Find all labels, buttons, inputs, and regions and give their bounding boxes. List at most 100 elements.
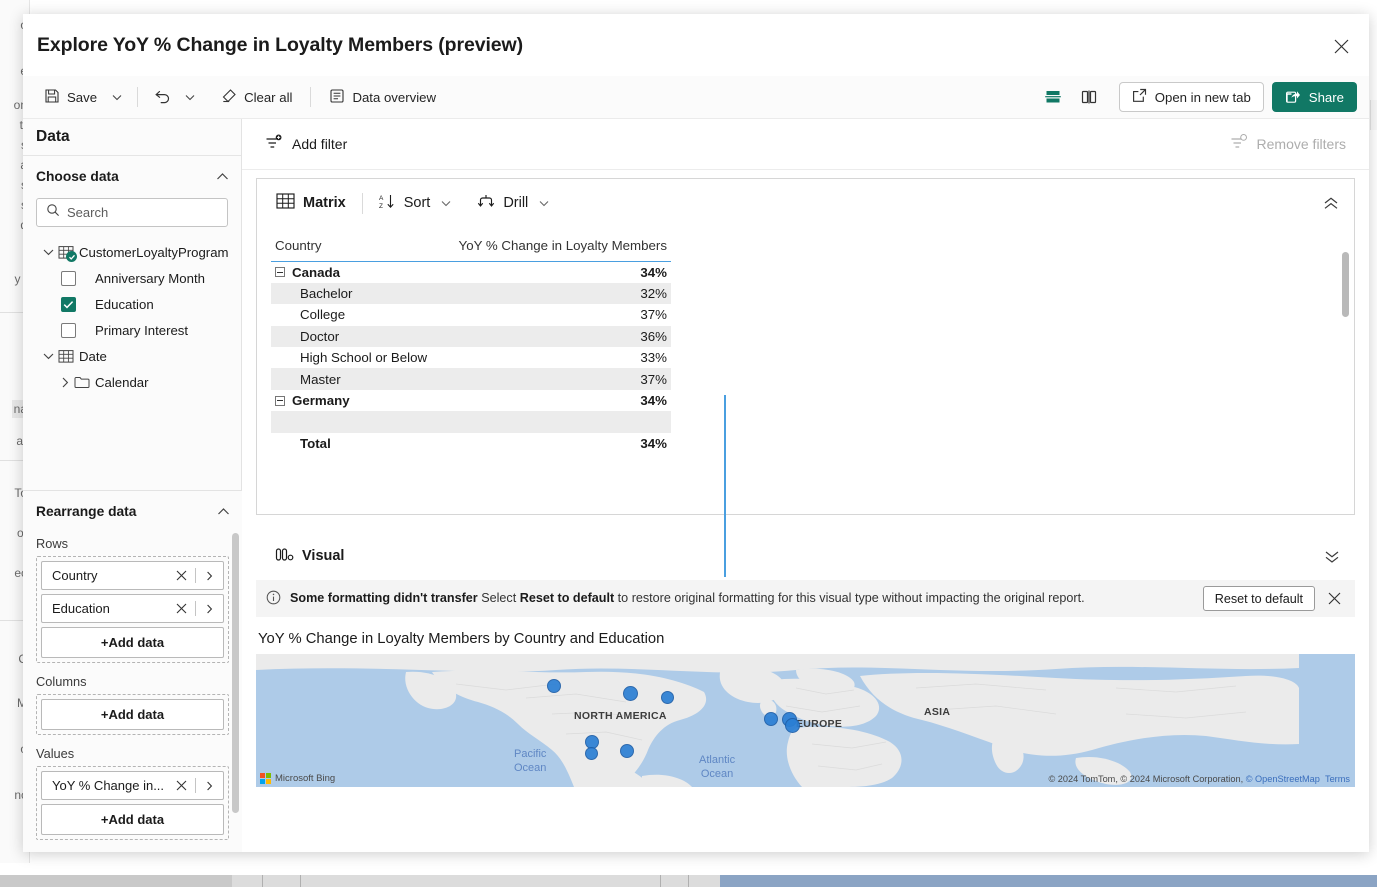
add-data-button-columns[interactable]: +Add data: [41, 699, 224, 730]
chevron-right-icon[interactable]: [201, 781, 217, 791]
chevron-right-icon[interactable]: [56, 377, 73, 388]
checkbox-unchecked-icon[interactable]: [61, 270, 76, 286]
table-row[interactable]: Doctor 36%: [271, 325, 671, 348]
chevron-down-icon[interactable]: [40, 248, 57, 256]
dismiss-warning-icon[interactable]: [1321, 586, 1347, 612]
tree-table-date[interactable]: Date: [23, 343, 241, 369]
layout-stacked-icon[interactable]: [1037, 82, 1069, 112]
matrix-header-divider: [361, 192, 363, 214]
bucket-columns[interactable]: +Add data: [36, 694, 229, 735]
checkbox-unchecked-icon[interactable]: [61, 322, 76, 338]
remove-field-icon[interactable]: [172, 603, 190, 614]
map-bubble[interactable]: [764, 712, 778, 726]
column-header-country[interactable]: Country: [271, 235, 447, 262]
column-header-value[interactable]: YoY % Change in Loyalty Members: [446, 235, 671, 262]
formatting-warning-banner: Some formatting didn't transfer Select R…: [256, 580, 1355, 617]
open-in-new-tab-button[interactable]: Open in new tab: [1118, 82, 1264, 112]
field-chip-yoy-change[interactable]: YoY % Change in...: [41, 771, 224, 800]
choose-data-section-header[interactable]: Choose data: [23, 156, 241, 196]
table-row[interactable]: Master 37%: [271, 368, 671, 390]
sidebar-scrollbar[interactable]: [232, 533, 239, 813]
background-right-sliver: [1370, 100, 1377, 130]
tree-folder-calendar[interactable]: Calendar: [23, 369, 241, 395]
warning-mid-1: Select: [477, 590, 520, 605]
matrix-table: Country YoY % Change in Loyalty Members …: [271, 235, 671, 454]
undo-icon: [154, 88, 172, 107]
search-input[interactable]: [67, 205, 218, 220]
svg-text:A: A: [379, 195, 384, 202]
share-button[interactable]: Share: [1271, 82, 1357, 112]
tree-field-anniversary-month[interactable]: Anniversary Month: [23, 265, 241, 291]
table-row[interactable]: High School or Below 33%: [271, 347, 671, 368]
map-bubble[interactable]: [620, 744, 634, 758]
clear-all-button[interactable]: Clear all: [211, 82, 301, 112]
checkbox-checked-icon[interactable]: [61, 296, 76, 312]
table-row[interactable]: Canada 34%: [271, 262, 671, 283]
chip-divider: [195, 568, 196, 583]
undo-button[interactable]: [147, 82, 179, 112]
search-field[interactable]: [36, 198, 228, 227]
row-value: 37%: [640, 307, 667, 323]
layout-side-by-side-icon[interactable]: [1073, 82, 1105, 112]
warning-bold-mid: Reset to default: [519, 590, 615, 605]
terms-link[interactable]: Terms: [1325, 774, 1350, 784]
open-in-new-tab-label: Open in new tab: [1154, 89, 1251, 105]
row-label: Master: [271, 368, 447, 390]
visual-expand-button[interactable]: [1318, 543, 1346, 569]
table-selected-badge: [66, 251, 77, 262]
field-chip-label: Education: [52, 601, 110, 616]
remove-field-icon[interactable]: [172, 780, 190, 791]
sort-button[interactable]: A Z Sort: [370, 188, 461, 219]
matrix-collapse-button[interactable]: [1317, 190, 1345, 216]
matrix-scrollbar[interactable]: [1342, 252, 1349, 317]
field-chip-country[interactable]: Country: [41, 561, 224, 590]
chevron-up-icon: [217, 507, 230, 516]
collapse-row-icon[interactable]: [275, 267, 285, 278]
row-value: 37%: [446, 368, 671, 390]
toolbar-divider: [310, 87, 312, 107]
tree-folder-label: Calendar: [95, 374, 149, 390]
remove-filters-button[interactable]: Remove filters: [1223, 129, 1353, 159]
rearrange-data-section-header[interactable]: Rearrange data: [23, 491, 242, 531]
save-dropdown-caret[interactable]: [106, 82, 128, 112]
openstreetmap-link[interactable]: © OpenStreetMap: [1246, 774, 1320, 784]
drill-label: Drill: [503, 195, 529, 211]
reset-to-default-button[interactable]: Reset to default: [1202, 586, 1315, 611]
remove-field-icon[interactable]: [172, 570, 190, 581]
table-row[interactable]: Bachelor 32%: [271, 282, 671, 305]
map-bubble[interactable]: [623, 686, 638, 701]
tree-field-education[interactable]: Education: [23, 291, 241, 317]
bucket-values[interactable]: YoY % Change in... +Add data: [36, 766, 229, 840]
explore-dialog: Explore YoY % Change in Loyalty Members …: [23, 14, 1369, 852]
bucket-label-columns: Columns: [36, 674, 87, 689]
collapse-row-icon[interactable]: [275, 395, 285, 406]
bucket-label-rows: Rows: [36, 536, 68, 551]
chevron-down-icon[interactable]: [40, 352, 57, 360]
visual-chart-title: YoY % Change in Loyalty Members by Count…: [258, 631, 665, 647]
map-visual[interactable]: NORTH AMERICA EUROPE ASIA Pacific Ocean A…: [256, 654, 1355, 787]
field-chip-education[interactable]: Education: [41, 594, 224, 623]
undo-dropdown-caret[interactable]: [179, 82, 201, 112]
table-row[interactable]: Germany 34%: [271, 390, 671, 411]
drill-button[interactable]: Drill: [468, 188, 558, 219]
save-button[interactable]: Save: [35, 82, 106, 112]
share-label: Share: [1308, 89, 1344, 105]
map-bubble[interactable]: [785, 718, 800, 733]
map-bubble[interactable]: [547, 679, 561, 693]
add-data-button-rows[interactable]: +Add data: [41, 627, 224, 658]
close-icon[interactable]: [1325, 30, 1357, 62]
table-row[interactable]: College 37%: [271, 304, 671, 325]
chevron-right-icon[interactable]: [201, 571, 217, 581]
add-filter-button[interactable]: Add filter: [258, 129, 354, 159]
map-bubble[interactable]: [661, 691, 674, 704]
folder-icon: [73, 374, 91, 390]
bucket-label-values: Values: [36, 746, 75, 761]
add-data-button-values[interactable]: +Add data: [41, 804, 224, 835]
tree-field-primary-interest[interactable]: Primary Interest: [23, 317, 241, 343]
data-overview-button[interactable]: Data overview: [320, 82, 445, 112]
tree-table-customerloyaltyprogram[interactable]: CustomerLoyaltyProgram: [23, 239, 241, 265]
bucket-rows[interactable]: Country Education +Add data: [36, 556, 229, 663]
chevron-right-icon[interactable]: [201, 604, 217, 614]
tree-field-label: Anniversary Month: [95, 270, 205, 286]
map-bubble[interactable]: [585, 747, 598, 760]
